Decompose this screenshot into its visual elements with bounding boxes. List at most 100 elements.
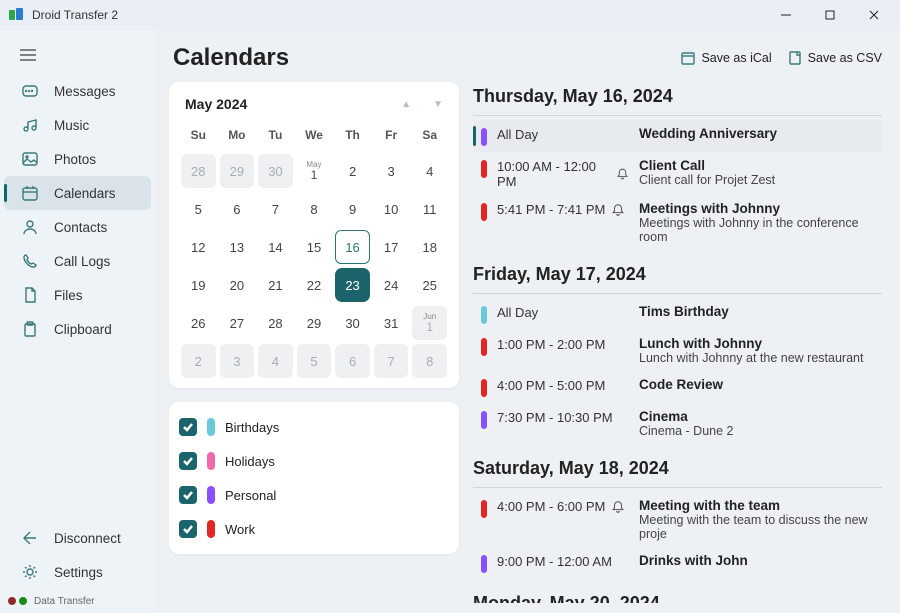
calendar-day[interactable]: 11: [412, 192, 447, 226]
calendar-day[interactable]: 7: [258, 192, 293, 226]
calendar-day[interactable]: May1: [297, 154, 332, 188]
calendar-day[interactable]: 4: [412, 154, 447, 188]
calendar-day[interactable]: 7: [374, 344, 409, 378]
filter-label: Birthdays: [225, 420, 279, 435]
calendar-day[interactable]: 24: [374, 268, 409, 302]
agenda-event[interactable]: All DayWedding Anniversary: [473, 120, 882, 152]
agenda-event[interactable]: 7:30 PM - 10:30 PMCinemaCinema - Dune 2: [473, 403, 882, 444]
gear-icon: [22, 564, 44, 580]
calendar-day[interactable]: 29: [297, 306, 332, 340]
event-time: 7:30 PM - 10:30 PM: [497, 409, 629, 425]
calendar-day[interactable]: 21: [258, 268, 293, 302]
calendar-day[interactable]: Jun1: [412, 306, 447, 340]
event-time: 4:00 PM - 6:00 PM: [497, 498, 629, 514]
checkbox-icon[interactable]: [179, 486, 197, 504]
filter-holidays[interactable]: Holidays: [179, 444, 449, 478]
contacts-icon: [22, 219, 44, 235]
calendar-day[interactable]: 19: [181, 268, 216, 302]
sidebar-item-calendars[interactable]: Calendars: [4, 176, 151, 210]
maximize-button[interactable]: [808, 0, 852, 30]
calendar-day[interactable]: 28: [258, 306, 293, 340]
filter-work[interactable]: Work: [179, 512, 449, 546]
dow-header: Sa: [412, 120, 447, 150]
calendar-day[interactable]: 8: [297, 192, 332, 226]
event-time: 9:00 PM - 12:00 AM: [497, 553, 629, 569]
calendar-day[interactable]: 13: [220, 230, 255, 264]
sidebar-item-label: Messages: [54, 84, 116, 99]
month-prev-button[interactable]: ▲: [401, 99, 411, 110]
save-as-csv-button[interactable]: Save as CSV: [788, 51, 882, 65]
calendar-day[interactable]: 6: [220, 192, 255, 226]
sidebar-item-contacts[interactable]: Contacts: [4, 210, 151, 244]
calendar-day[interactable]: 6: [335, 344, 370, 378]
calendar-day[interactable]: 3: [220, 344, 255, 378]
sidebar-item-label: Call Logs: [54, 254, 110, 269]
disconnect-icon: [22, 530, 44, 546]
agenda-event[interactable]: All DayTims Birthday: [473, 298, 882, 330]
calendar-day[interactable]: 27: [220, 306, 255, 340]
filter-personal[interactable]: Personal: [179, 478, 449, 512]
agenda-event[interactable]: 9:00 PM - 12:00 AMDrinks with John: [473, 547, 882, 579]
agenda-day-title: Saturday, May 18, 2024: [473, 458, 882, 479]
save-as-ical-button[interactable]: Save as iCal: [681, 51, 771, 65]
call logs-icon: [22, 253, 44, 269]
hamburger-button[interactable]: [0, 36, 155, 74]
agenda-event[interactable]: 10:00 AM - 12:00 PMClient CallClient cal…: [473, 152, 882, 195]
checkbox-icon[interactable]: [179, 418, 197, 436]
agenda-event[interactable]: 4:00 PM - 6:00 PMMeeting with the teamMe…: [473, 492, 882, 547]
checkbox-icon[interactable]: [179, 452, 197, 470]
dow-header: Su: [181, 120, 216, 150]
event-color-pill: [481, 379, 487, 397]
calendar-day[interactable]: 4: [258, 344, 293, 378]
calendar-day[interactable]: 28: [181, 154, 216, 188]
calendar-day[interactable]: 2: [181, 344, 216, 378]
month-next-button[interactable]: ▼: [433, 99, 443, 110]
calendar-day[interactable]: 5: [297, 344, 332, 378]
calendar-day[interactable]: 30: [335, 306, 370, 340]
calendar-day[interactable]: 22: [297, 268, 332, 302]
bell-icon: [611, 500, 625, 514]
sidebar-item-disconnect[interactable]: Disconnect: [4, 521, 151, 555]
sidebar-item-clipboard[interactable]: Clipboard: [4, 312, 151, 346]
calendar-day[interactable]: 5: [181, 192, 216, 226]
calendar-day[interactable]: 3: [374, 154, 409, 188]
sidebar-item-settings[interactable]: Settings: [4, 555, 151, 589]
calendar-day[interactable]: 10: [374, 192, 409, 226]
event-color-pill: [481, 128, 487, 146]
calendar-day[interactable]: 30: [258, 154, 293, 188]
close-button[interactable]: [852, 0, 896, 30]
calendar-day[interactable]: 20: [220, 268, 255, 302]
calendar-day[interactable]: 29: [220, 154, 255, 188]
sidebar-item-photos[interactable]: Photos: [4, 142, 151, 176]
sidebar-item-call-logs[interactable]: Call Logs: [4, 244, 151, 278]
calendar-day[interactable]: 12: [181, 230, 216, 264]
sidebar-item-music[interactable]: Music: [4, 108, 151, 142]
calendar-color-pill: [207, 520, 215, 538]
calendar-day[interactable]: 2: [335, 154, 370, 188]
filter-birthdays[interactable]: Birthdays: [179, 410, 449, 444]
calendar-day[interactable]: 16: [335, 230, 370, 264]
checkbox-icon[interactable]: [179, 520, 197, 538]
calendar-day[interactable]: 23: [335, 268, 370, 302]
calendar-day[interactable]: 8: [412, 344, 447, 378]
calendar-day[interactable]: 14: [258, 230, 293, 264]
event-title: Cinema: [639, 409, 876, 424]
sidebar-item-files[interactable]: Files: [4, 278, 151, 312]
event-description: Meeting with the team to discuss the new…: [639, 513, 876, 541]
calendar-day[interactable]: 18: [412, 230, 447, 264]
calendar-day[interactable]: 15: [297, 230, 332, 264]
agenda[interactable]: Thursday, May 16, 2024All DayWedding Ann…: [473, 82, 886, 603]
sidebar-item-messages[interactable]: Messages: [4, 74, 151, 108]
agenda-event[interactable]: 1:00 PM - 2:00 PMLunch with JohnnyLunch …: [473, 330, 882, 371]
agenda-event[interactable]: 4:00 PM - 5:00 PMCode Review: [473, 371, 882, 403]
messages-icon: [22, 83, 44, 99]
calendar-day[interactable]: 25: [412, 268, 447, 302]
calendar-day[interactable]: 9: [335, 192, 370, 226]
calendar-day[interactable]: 26: [181, 306, 216, 340]
agenda-event[interactable]: 5:41 PM - 7:41 PMMeetings with JohnnyMee…: [473, 195, 882, 250]
status-dot-green: [19, 597, 27, 605]
sidebar-item-label: Disconnect: [54, 531, 121, 546]
calendar-day[interactable]: 31: [374, 306, 409, 340]
minimize-button[interactable]: [764, 0, 808, 30]
calendar-day[interactable]: 17: [374, 230, 409, 264]
